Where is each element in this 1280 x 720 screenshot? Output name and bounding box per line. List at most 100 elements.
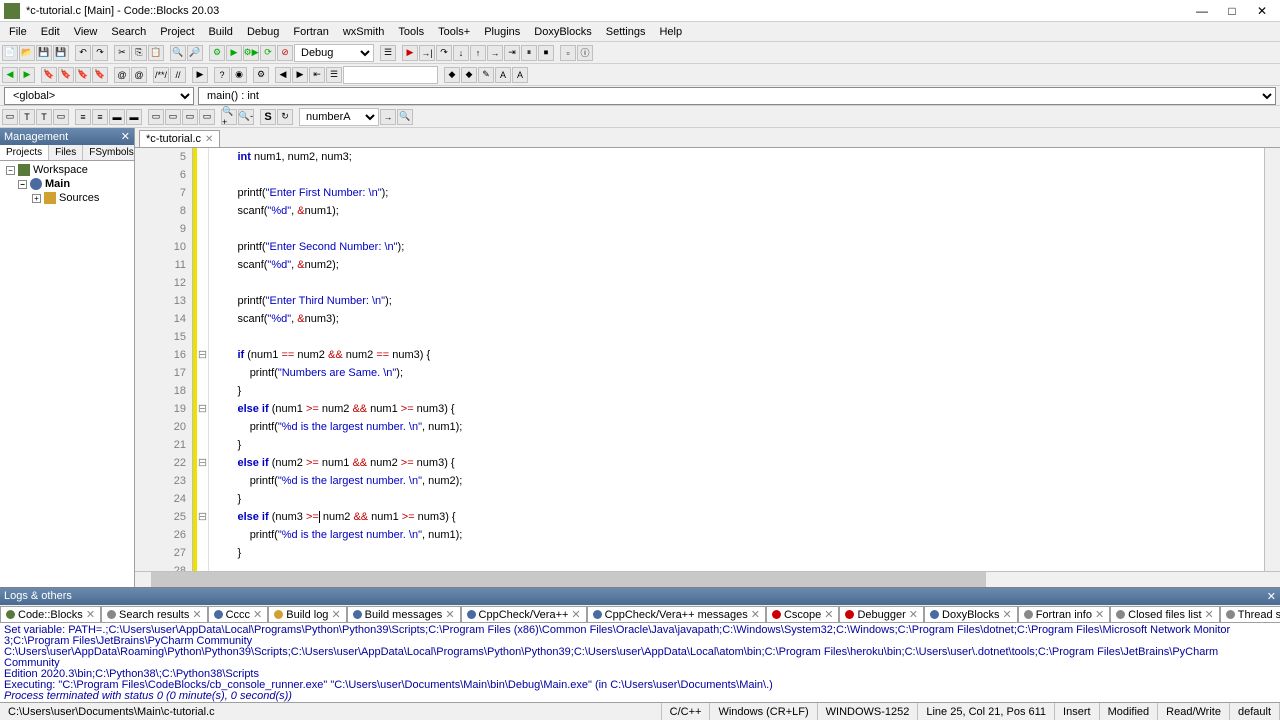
run-icon[interactable]: ▶ [226,45,242,61]
block2-icon[interactable]: ▬ [126,109,142,125]
indent-icon[interactable]: ≡ [75,109,91,125]
nav-back-icon[interactable]: ◀ [2,67,18,83]
info-icon[interactable]: ⓘ [577,45,593,61]
outdent-icon[interactable]: ≡ [92,109,108,125]
box-icon[interactable]: ▭ [148,109,164,125]
zoom-in-icon[interactable]: 🔍+ [221,109,237,125]
menu-view[interactable]: View [67,24,105,40]
doxy2-icon[interactable]: @ [131,67,147,83]
prev-icon[interactable]: ◀ [275,67,291,83]
menu-tools[interactable]: Tools [391,24,431,40]
log-tab-doxy[interactable]: DoxyBlocks✕ [924,606,1018,622]
select-icon[interactable]: ▭ [2,109,18,125]
run-to-cursor-icon[interactable]: →| [419,45,435,61]
box2-icon[interactable]: ▭ [165,109,181,125]
maximize-button[interactable]: □ [1218,2,1246,20]
logs-close-icon[interactable]: ✕ [1267,590,1276,603]
menu-search[interactable]: Search [104,24,153,40]
text2-icon[interactable]: T [36,109,52,125]
find-symbol-icon[interactable]: 🔍 [397,109,413,125]
abort-icon[interactable]: ⊘ [277,45,293,61]
nav-fwd-icon[interactable]: ▶ [19,67,35,83]
bookmark-next-icon[interactable]: 🔖 [75,67,91,83]
log-tab-thread[interactable]: Thread search✕ [1220,606,1280,622]
open-icon[interactable]: 📂 [19,45,35,61]
block-icon[interactable]: ▬ [109,109,125,125]
new-icon[interactable]: 📄 [2,45,18,61]
editor-tab-close-icon[interactable]: ✕ [205,134,213,145]
tab-files[interactable]: Files [49,145,83,160]
step-out-icon[interactable]: ↑ [470,45,486,61]
settings-icon[interactable]: ⚙ [253,67,269,83]
fold-column[interactable]: ⊟ ⊟ ⊟ ⊟ [197,148,209,571]
last-icon[interactable]: ⇤ [309,67,325,83]
menu-fortran[interactable]: Fortran [286,24,335,40]
bookmark-icon[interactable]: 🔖 [41,67,57,83]
refresh-icon[interactable]: ↻ [277,109,293,125]
goto-icon[interactable]: → [380,109,396,125]
log-tab-buildmsg[interactable]: Build messages✕ [347,606,461,622]
tab-fsymbols[interactable]: FSymbols [83,145,140,160]
log-tab-fortran[interactable]: Fortran info✕ [1018,606,1110,622]
undo-icon[interactable]: ↶ [75,45,91,61]
box3-icon[interactable]: ▭ [182,109,198,125]
editor-content[interactable]: 5678910111213141516171819202122232425262… [135,148,1280,571]
log-tab-codeblocks[interactable]: Code::Blocks✕ [0,606,101,622]
tree-sources[interactable]: +Sources [2,191,132,205]
rebuild-icon[interactable]: ⟳ [260,45,276,61]
save-icon[interactable]: 💾 [36,45,52,61]
logs-content[interactable]: Set variable: PATH=.;C:\Users\user\AppDa… [0,623,1280,702]
menu-help[interactable]: Help [652,24,689,40]
list-icon[interactable]: ☰ [326,67,342,83]
textbox-icon[interactable]: ▭ [53,109,69,125]
hl5-icon[interactable]: A [512,67,528,83]
menu-doxyblocks[interactable]: DoxyBlocks [527,24,598,40]
log-tab-closed[interactable]: Closed files list✕ [1110,606,1220,622]
management-close-icon[interactable]: ✕ [121,130,130,143]
menu-file[interactable]: File [2,24,34,40]
hl4-icon[interactable]: A [495,67,511,83]
menu-project[interactable]: Project [153,24,201,40]
tab-projects[interactable]: Projects [0,145,49,160]
debug-start-icon[interactable]: ▶ [402,45,418,61]
menu-debug[interactable]: Debug [240,24,286,40]
next-instr-icon[interactable]: → [487,45,503,61]
hl1-icon[interactable]: ◆ [444,67,460,83]
find-icon[interactable]: 🔍 [170,45,186,61]
tree-project-main[interactable]: −Main [2,177,132,191]
menu-plugins[interactable]: Plugins [477,24,527,40]
build-run-icon[interactable]: ⚙▶ [243,45,259,61]
editor-tab-ctutorial[interactable]: *c-tutorial.c ✕ [139,130,220,147]
hl3-icon[interactable]: ✎ [478,67,494,83]
break-icon[interactable]: ⏸ [521,45,537,61]
s-icon[interactable]: S [260,109,276,125]
cut-icon[interactable]: ✂ [114,45,130,61]
menu-edit[interactable]: Edit [34,24,67,40]
html-icon[interactable]: ◉ [231,67,247,83]
save-all-icon[interactable]: 💾 [53,45,69,61]
chm-icon[interactable]: ? [214,67,230,83]
close-button[interactable]: ✕ [1248,2,1276,20]
menu-wxsmith[interactable]: wxSmith [336,24,392,40]
log-tab-debugger[interactable]: Debugger✕ [839,606,924,622]
log-tab-search[interactable]: Search results✕ [101,606,208,622]
step-into-icon[interactable]: ↓ [453,45,469,61]
text-icon[interactable]: T [19,109,35,125]
box4-icon[interactable]: ▭ [199,109,215,125]
paste-icon[interactable]: 📋 [148,45,164,61]
replace-icon[interactable]: 🔎 [187,45,203,61]
next-icon[interactable]: ▶ [292,67,308,83]
scope-right[interactable]: main() : int [198,87,1276,105]
log-tab-cppcheck[interactable]: CppCheck/Vera++✕ [461,606,587,622]
horizontal-scrollbar[interactable] [135,571,1280,587]
menu-toolsplus[interactable]: Tools+ [431,24,477,40]
scope-left[interactable]: <global> [4,87,194,105]
step-over-icon[interactable]: ↷ [436,45,452,61]
bookmark-clear-icon[interactable]: 🔖 [92,67,108,83]
log-tab-cppcheckmsg[interactable]: CppCheck/Vera++ messages✕ [587,606,766,622]
doxy-icon[interactable]: @ [114,67,130,83]
log-tab-buildlog[interactable]: Build log✕ [268,606,346,622]
stop-icon[interactable]: ⏹ [538,45,554,61]
redo-icon[interactable]: ↷ [92,45,108,61]
vertical-scrollbar[interactable] [1264,148,1280,571]
